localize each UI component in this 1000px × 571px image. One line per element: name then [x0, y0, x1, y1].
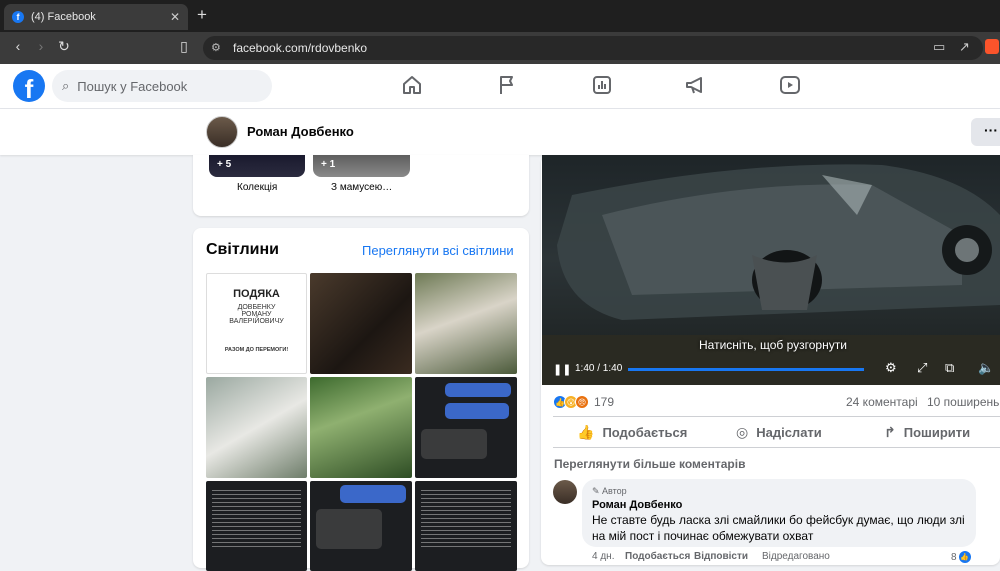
comment-edited: Відредаговано — [762, 551, 830, 562]
photo-thumb[interactable] — [415, 377, 517, 478]
photo-thumb[interactable] — [310, 377, 412, 478]
close-tab-icon[interactable]: ✕ — [170, 10, 180, 24]
comment-likes[interactable]: 8 👍 — [951, 551, 971, 563]
certificate-title: ПОДЯКА — [233, 288, 280, 300]
share-page-icon[interactable]: ↗ — [959, 39, 970, 55]
collection-thumb[interactable]: + 1 — [313, 155, 410, 177]
comment-text: Не ставте будь ласка злі смайлики бо фей… — [592, 513, 965, 543]
divider — [553, 416, 1000, 417]
profile-name[interactable]: Роман Довбенко — [247, 124, 354, 139]
certificate-line: РАЗОМ ДО ПЕРЕМОГИ! — [224, 347, 289, 353]
new-tab-icon[interactable]: + — [197, 5, 207, 25]
video-time: 1:40 / 1:40 — [575, 363, 623, 374]
video-progress-bar[interactable] — [628, 368, 864, 371]
reload-icon[interactable]: ↻ — [54, 38, 74, 55]
more-comments-link[interactable]: Переглянути більше коментарів — [554, 457, 745, 471]
home-icon[interactable] — [400, 73, 424, 97]
cast-icon[interactable]: ▭ — [933, 39, 945, 55]
photo-thumb[interactable] — [310, 273, 412, 374]
reactions-summary[interactable]: 👍 😮 😠 179 — [553, 395, 614, 409]
like-button[interactable]: 👍 Подобається — [577, 424, 687, 441]
tab-title: (4) Facebook — [31, 11, 96, 23]
author-badge-label: Автор — [602, 486, 627, 496]
certificate-line: РОМАНУ — [241, 311, 272, 318]
more-options-button[interactable]: ··· — [971, 118, 1000, 146]
certificate-line: ДОВБЕНКУ — [237, 304, 276, 311]
chart-icon[interactable] — [590, 73, 614, 97]
comment-like-link[interactable]: Подобається — [625, 551, 690, 562]
collection-label[interactable]: Колекція — [237, 182, 277, 193]
site-settings-icon[interactable]: ⚙ — [211, 41, 221, 54]
thumbs-up-icon: 👍 — [577, 424, 595, 440]
video-hint[interactable]: Натисніть, щоб рузгорнути — [699, 338, 847, 352]
search-input[interactable]: ⌕ Пошук у Facebook — [52, 70, 272, 102]
forward-icon[interactable]: › — [31, 38, 51, 54]
video-icon[interactable] — [778, 73, 802, 97]
back-icon[interactable]: ‹ — [8, 38, 28, 54]
photo-thumb[interactable] — [206, 377, 307, 478]
settings-icon[interactable]: ⚙ — [885, 360, 897, 376]
collection-label[interactable]: З мамусею… — [331, 182, 392, 193]
see-all-photos-link[interactable]: Переглянути всі світлини — [362, 243, 514, 258]
profile-avatar[interactable] — [206, 116, 238, 148]
photo-thumb[interactable] — [415, 481, 517, 571]
brave-shield-icon[interactable] — [985, 39, 999, 54]
search-icon: ⌕ — [62, 78, 70, 93]
facebook-favicon-icon: f — [12, 11, 24, 23]
photo-thumb[interactable]: ПОДЯКА ДОВБЕНКУ РОМАНУ ВАЛЕРІЙОВИЧУ РАЗО… — [206, 273, 307, 374]
profile-sticky-header — [0, 109, 1000, 155]
pip-icon[interactable]: ⧉ — [945, 360, 954, 376]
comment-reply-link[interactable]: Відповісти — [694, 551, 748, 562]
send-label: Надіслати — [756, 425, 822, 440]
comment-likes-count: 8 — [951, 551, 957, 563]
collection-count: + 5 — [217, 159, 232, 170]
bookmark-icon[interactable]: ▯ — [174, 38, 194, 55]
share-label: Поширити — [903, 425, 971, 440]
author-badge: ✎ Автор — [592, 486, 627, 497]
reactions-count: 179 — [594, 395, 615, 409]
browser-tab[interactable]: f (4) Facebook ✕ — [4, 4, 188, 30]
megaphone-icon[interactable] — [684, 73, 708, 97]
share-icon: ↱ — [884, 424, 896, 440]
messenger-icon: ◎ — [736, 424, 749, 440]
certificate-line: ВАЛЕРІЙОВИЧУ — [229, 318, 284, 325]
send-button[interactable]: ◎ Надіслати — [736, 424, 822, 441]
expand-icon[interactable]: ⤢ — [917, 360, 927, 376]
url-text: facebook.com/rdovbenko — [233, 41, 368, 55]
search-placeholder: Пошук у Facebook — [77, 78, 188, 94]
flag-icon[interactable] — [495, 73, 519, 97]
photo-thumb[interactable] — [206, 481, 307, 571]
share-button[interactable]: ↱ Поширити — [884, 424, 970, 441]
photo-thumb[interactable] — [310, 481, 412, 571]
divider — [553, 447, 1000, 448]
pen-icon: ✎ — [592, 486, 603, 496]
commenter-name[interactable]: Роман Довбенко — [592, 499, 682, 511]
url-field[interactable]: facebook.com/rdovbenko — [203, 36, 983, 60]
comment-age[interactable]: 4 дн. — [592, 551, 614, 562]
collection-count: + 1 — [321, 159, 336, 170]
angry-reaction-icon: 😠 — [575, 395, 589, 409]
like-label: Подобається — [602, 425, 688, 440]
comments-count[interactable]: 24 коментарі — [846, 395, 918, 409]
commenter-avatar[interactable] — [553, 480, 577, 504]
photos-title: Світлини — [206, 241, 279, 258]
photo-thumb[interactable] — [415, 273, 517, 374]
like-reaction-icon: 👍 — [958, 551, 971, 563]
pause-icon[interactable]: ❚❚ — [553, 363, 571, 376]
shares-count[interactable]: 10 поширень — [927, 395, 999, 409]
collection-thumb[interactable]: + 5 — [209, 155, 305, 177]
volume-icon[interactable]: 🔈 — [978, 360, 994, 376]
facebook-logo-icon[interactable]: f — [13, 70, 45, 102]
